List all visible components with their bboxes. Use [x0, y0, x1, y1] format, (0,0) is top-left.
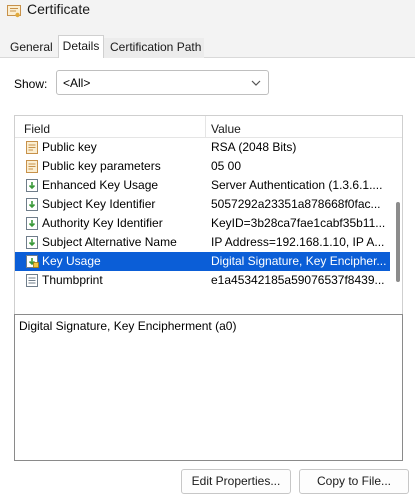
certificate-icon [7, 5, 21, 18]
field-name: Thumbprint [42, 273, 103, 287]
show-dropdown[interactable]: <All> [56, 70, 269, 95]
list-item[interactable]: Thumbprint e1a45342185a59076537f8439... [15, 271, 390, 290]
field-name: Enhanced Key Usage [42, 178, 159, 192]
column-header-value[interactable]: Value [211, 122, 241, 136]
column-header-field[interactable]: Field [24, 122, 50, 136]
field-value: KeyID=3b28ca7fae1cabf35b11... [211, 216, 386, 230]
chevron-down-icon [251, 80, 261, 86]
title-bar: Certificate [0, 0, 415, 34]
field-value: 05 00 [211, 159, 242, 173]
list-item-selected[interactable]: Key Usage Digital Signature, Key Enciphe… [15, 252, 390, 271]
list-header: Field Value [15, 116, 402, 138]
list-item[interactable]: Authority Key Identifier KeyID=3b28ca7fa… [15, 214, 390, 233]
list-item[interactable]: Public key parameters 05 00 [15, 157, 390, 176]
certificate-field-icon [26, 160, 38, 173]
extension-icon [26, 217, 38, 230]
extension-icon [26, 236, 38, 249]
field-name: Public key [42, 140, 97, 154]
field-detail-textbox[interactable]: Digital Signature, Key Encipherment (a0) [14, 314, 403, 461]
field-name: Key Usage [42, 254, 101, 268]
certificate-field-icon [26, 141, 38, 154]
field-value: e1a45342185a59076537f8439... [211, 273, 385, 287]
extension-icon [26, 198, 38, 211]
details-panel: Show: <All> Field Value Public key RSA (… [0, 58, 415, 500]
field-value: IP Address=192.168.1.10, IP A... [211, 235, 385, 249]
scrollbar-thumb[interactable] [396, 202, 400, 282]
show-dropdown-value: <All> [63, 76, 91, 90]
field-name: Authority Key Identifier [42, 216, 163, 230]
tab-general[interactable]: General [4, 38, 58, 58]
show-label: Show: [14, 77, 48, 91]
edit-properties-button[interactable]: Edit Properties... [181, 469, 291, 494]
field-name: Subject Key Identifier [42, 197, 156, 211]
field-value: Server Authentication (1.3.6.1.... [211, 178, 383, 192]
field-value: RSA (2048 Bits) [211, 140, 297, 154]
list-item[interactable]: Public key RSA (2048 Bits) [15, 138, 390, 157]
tab-details[interactable]: Details [58, 35, 104, 59]
list-item[interactable]: Subject Key Identifier 5057292a23351a878… [15, 195, 390, 214]
field-name: Subject Alternative Name [42, 235, 177, 249]
copy-to-file-button[interactable]: Copy to File... [299, 469, 409, 494]
critical-extension-icon [26, 255, 39, 268]
tab-strip: General Details Certification Path [0, 34, 415, 59]
field-value: Digital Signature, Key Encipher... [211, 254, 387, 268]
field-name: Public key parameters [42, 159, 161, 173]
thumbprint-icon [26, 274, 38, 287]
window-title: Certificate [27, 1, 91, 17]
extension-icon [26, 179, 38, 192]
column-divider[interactable] [205, 116, 206, 138]
tab-certification-path[interactable]: Certification Path [104, 38, 204, 58]
list-item[interactable]: Subject Alternative Name IP Address=192.… [15, 233, 390, 252]
field-value: 5057292a23351a878668f0fac... [211, 197, 381, 211]
list-item[interactable]: Enhanced Key Usage Server Authentication… [15, 176, 390, 195]
